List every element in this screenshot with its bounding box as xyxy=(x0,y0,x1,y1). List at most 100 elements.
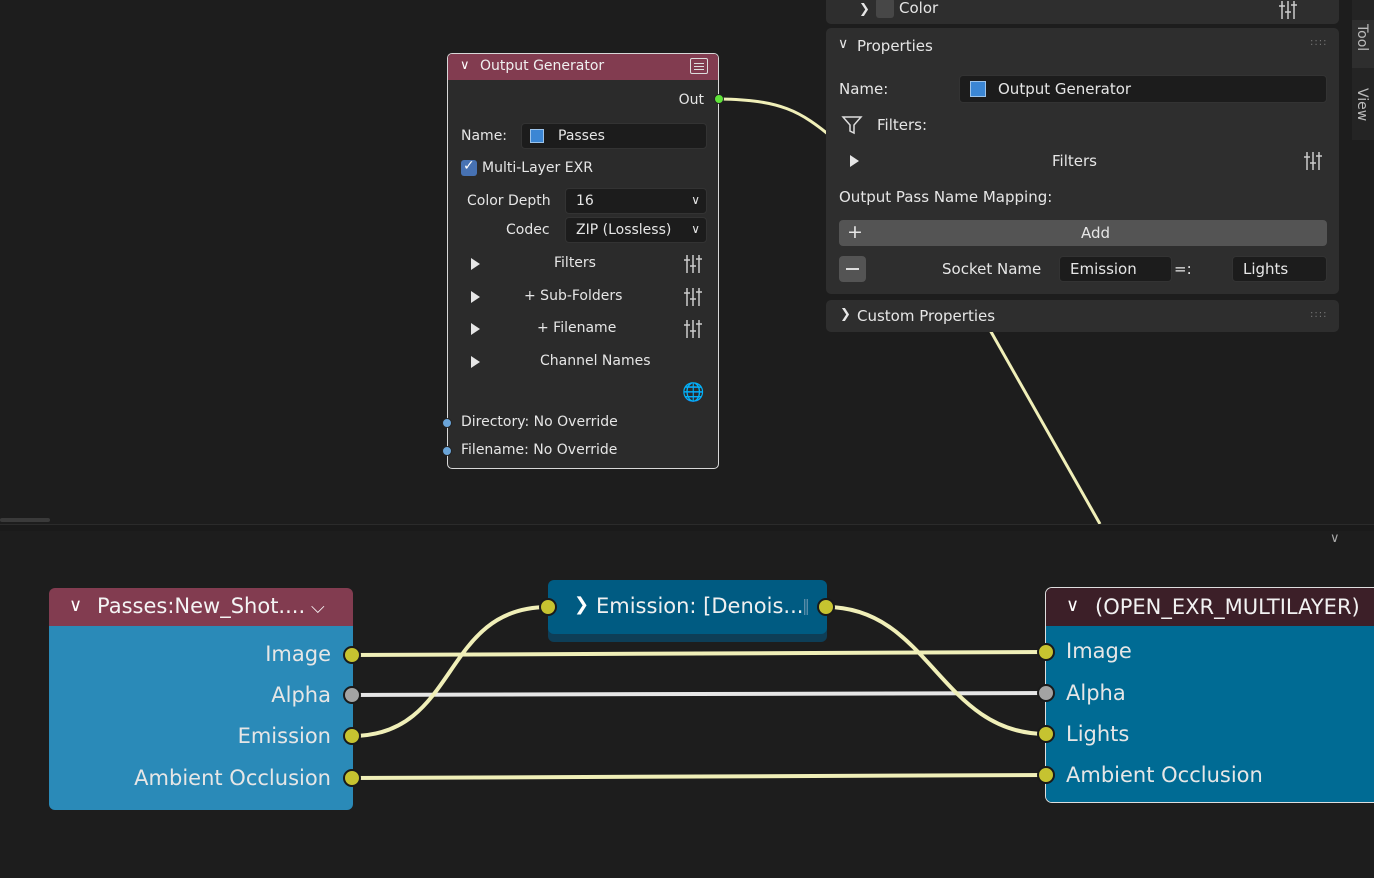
color-depth-dropdown[interactable]: 16 ∨ xyxy=(565,188,707,214)
node-tree-icon xyxy=(970,81,986,97)
socket-from-value: Emission xyxy=(1070,260,1137,278)
drag-handle-icon[interactable]: :::: xyxy=(1310,37,1327,48)
filter-settings-icon[interactable] xyxy=(1303,151,1323,171)
collapse-chevron-icon[interactable]: ∨ xyxy=(838,36,848,52)
filters-label: Filters: xyxy=(877,116,928,134)
scrollbar-handle[interactable] xyxy=(0,518,50,522)
socket-image-in[interactable] xyxy=(1037,643,1055,661)
expand-chevron-icon[interactable]: ❯ xyxy=(859,2,870,17)
color-settings-icon[interactable] xyxy=(1278,0,1298,20)
properties-title: Properties xyxy=(857,37,933,55)
filter-settings-icon[interactable] xyxy=(683,254,703,274)
collapse-chevron-icon[interactable]: ∨ xyxy=(1066,595,1079,616)
output-alpha-label: Alpha xyxy=(271,683,331,707)
channel-names-row[interactable]: Channel Names xyxy=(448,348,718,376)
input-image-label: Image xyxy=(1066,639,1132,663)
socket-emission-out[interactable] xyxy=(343,727,361,745)
node-editor-upper[interactable]: ∨ Output Generator Out Name: Passes ✓ Mu… xyxy=(0,0,1374,524)
color-depth-value: 16 xyxy=(576,193,594,209)
socket-ao-in[interactable] xyxy=(1037,766,1055,784)
input-ao-label: Ambient Occlusion xyxy=(1066,763,1263,787)
expand-triangle-icon[interactable] xyxy=(471,356,480,368)
dropdown-arrow-icon[interactable]: ⌵ xyxy=(311,597,325,618)
name-label: Name: xyxy=(839,80,889,98)
directory-socket[interactable] xyxy=(442,418,452,428)
collapse-chevron-icon[interactable]: ∨ xyxy=(460,58,470,73)
emission-denoise-node[interactable]: ❯ Emission: [Denois... ‖ xyxy=(548,580,827,634)
color-swatch[interactable] xyxy=(876,0,894,18)
filters-row[interactable]: Filters xyxy=(448,250,718,278)
node-name-field[interactable]: Output Generator xyxy=(959,75,1327,103)
multilayer-checkbox[interactable]: ✓ xyxy=(461,158,477,176)
custom-properties-panel[interactable]: ❯ Custom Properties :::: xyxy=(826,300,1339,332)
wire-emission-to-reroute xyxy=(351,605,549,738)
node-menu-icon[interactable] xyxy=(690,58,708,74)
tab-tool-label: Tool xyxy=(1354,24,1370,52)
expand-chevron-icon[interactable]: ❯ xyxy=(840,307,851,322)
globe-cursor-icon[interactable]: 🌐 xyxy=(682,382,704,403)
expand-triangle-icon[interactable] xyxy=(471,323,480,335)
color-panel[interactable]: ❯ Color xyxy=(826,0,1339,24)
subfolders-row[interactable]: + Sub-Folders xyxy=(448,283,718,311)
passes-node[interactable]: ∨ Passes:New_Shot.... ⌵ Image Alpha Emis… xyxy=(49,588,353,810)
wire-image xyxy=(351,650,1047,657)
codec-dropdown[interactable]: ZIP (Lossless) ∨ xyxy=(565,217,707,243)
filters-row-label: Filters xyxy=(554,255,596,271)
expand-triangle-icon[interactable] xyxy=(471,258,480,270)
multilayer-label: Multi-Layer EXR xyxy=(482,160,593,176)
filename-socket[interactable] xyxy=(442,446,452,456)
drag-handle-icon[interactable]: :::: xyxy=(1310,309,1327,320)
tab-view[interactable]: View xyxy=(1352,84,1374,132)
wire-alpha xyxy=(351,691,1047,697)
open-exr-multilayer-node[interactable]: ∨ (OPEN_EXR_MULTILAYER) Image Alpha Ligh… xyxy=(1045,587,1374,803)
output-generator-node[interactable]: ∨ Output Generator Out Name: Passes ✓ Mu… xyxy=(442,53,724,469)
tab-tool[interactable]: Tool xyxy=(1352,20,1374,68)
add-button[interactable]: + Add xyxy=(839,220,1327,246)
filename-row-label: + Filename xyxy=(537,320,617,336)
socket-reroute-out[interactable] xyxy=(817,598,835,616)
filter-funnel-icon xyxy=(841,116,863,135)
name-value: Passes xyxy=(558,128,605,144)
out-socket[interactable] xyxy=(714,94,724,104)
socket-image-out[interactable] xyxy=(343,646,361,664)
filters-row[interactable]: Filters xyxy=(826,146,1339,176)
collapse-region-icon[interactable]: ∨ xyxy=(1330,531,1340,546)
socket-from-field[interactable]: Emission xyxy=(1059,256,1172,282)
socket-lights-in[interactable] xyxy=(1037,725,1055,743)
input-alpha-label: Alpha xyxy=(1066,681,1126,705)
node-header[interactable]: ∨ Output Generator xyxy=(448,54,718,80)
output-ao-label: Ambient Occlusion xyxy=(134,766,331,790)
filename-label: Filename: No Override xyxy=(461,442,618,458)
filename-row[interactable]: + Filename xyxy=(448,315,718,343)
name-field[interactable]: Passes xyxy=(521,123,707,149)
custom-properties-label: Custom Properties xyxy=(857,307,996,325)
properties-panel[interactable]: ∨ Properties :::: Name: Output Generator… xyxy=(826,28,1339,294)
socket-alpha-out[interactable] xyxy=(343,686,361,704)
sidebar-tab-strip: Tool View xyxy=(1352,0,1374,140)
node-title: Output Generator xyxy=(480,58,605,74)
remove-mapping-button[interactable] xyxy=(839,256,866,282)
mapping-label: Output Pass Name Mapping: xyxy=(839,188,1053,206)
expand-chevron-icon[interactable]: ❯ xyxy=(574,594,589,615)
socket-ao-out[interactable] xyxy=(343,769,361,787)
expand-triangle-icon[interactable] xyxy=(471,291,480,303)
socket-reroute-in[interactable] xyxy=(539,598,557,616)
expand-triangle-icon[interactable] xyxy=(850,155,859,167)
output-emission-label: Emission xyxy=(237,724,331,748)
node-header[interactable]: ∨ (OPEN_EXR_MULTILAYER) xyxy=(1046,588,1374,626)
node-name-value: Output Generator xyxy=(998,80,1132,98)
socket-to-field[interactable]: Lights xyxy=(1232,256,1327,282)
color-label: Color xyxy=(899,0,939,17)
collapse-chevron-icon[interactable]: ∨ xyxy=(69,595,82,616)
chevron-down-icon: ∨ xyxy=(691,222,700,236)
node-header[interactable]: ∨ Passes:New_Shot.... ⌵ xyxy=(49,588,353,626)
socket-alpha-in[interactable] xyxy=(1037,684,1055,702)
subfolders-settings-icon[interactable] xyxy=(683,287,703,307)
minus-icon xyxy=(846,268,859,270)
node-editor-lower[interactable]: ∨ ∨ Passes:New_Shot.... ⌵ Image Alpha Em… xyxy=(0,531,1374,878)
chevron-down-icon: ∨ xyxy=(691,193,700,207)
drag-grip-icon[interactable]: ‖ xyxy=(802,596,810,615)
wire-reroute-to-lights xyxy=(825,605,1047,736)
color-depth-label: Color Depth xyxy=(467,193,551,209)
filename-settings-icon[interactable] xyxy=(683,319,703,339)
